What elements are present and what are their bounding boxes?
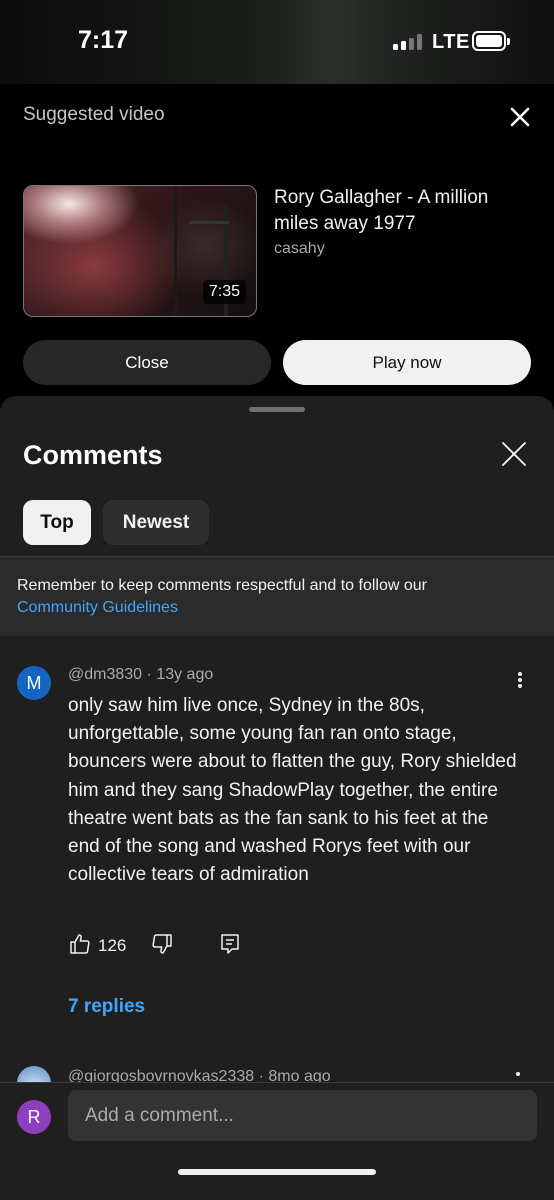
close-icon[interactable] xyxy=(506,103,534,131)
chip-newest[interactable]: Newest xyxy=(103,500,209,545)
thumbs-down-icon[interactable] xyxy=(150,932,174,961)
channel-name[interactable]: casahy xyxy=(274,240,325,258)
comment-meta: @dm3830 · 13y ago xyxy=(68,666,213,684)
replies-link[interactable]: 7 replies xyxy=(68,996,145,1018)
meta-separator: · xyxy=(146,666,157,683)
comment-item: @giorgosbovrnovkas2338 · 8mo ago xyxy=(0,1060,554,1082)
comments-title: Comments xyxy=(23,440,163,470)
comment-meta: @giorgosbovrnovkas2338 · 8mo ago xyxy=(68,1068,331,1082)
community-guidelines-link[interactable]: Community Guidelines xyxy=(17,597,178,619)
comment-age: 13y ago xyxy=(156,666,214,683)
comment-actions: 126 xyxy=(68,932,242,960)
video-title[interactable]: Rory Gallagher - A million miles away 19… xyxy=(274,185,534,237)
close-icon[interactable] xyxy=(500,440,528,468)
close-button[interactable]: Close xyxy=(23,340,271,385)
avatar[interactable]: R xyxy=(17,1100,51,1134)
status-time: 7:17 xyxy=(78,26,129,54)
avatar[interactable] xyxy=(17,1066,51,1082)
more-options-icon[interactable] xyxy=(516,1072,520,1076)
meta-separator: · xyxy=(258,1068,269,1082)
battery-icon xyxy=(472,31,510,51)
notice-text: Remember to keep comments respectful and… xyxy=(17,577,427,594)
signal-icon xyxy=(393,34,423,50)
chip-top[interactable]: Top xyxy=(23,500,91,545)
guidelines-notice: Remember to keep comments respectful and… xyxy=(0,557,554,636)
drag-handle[interactable] xyxy=(249,407,305,412)
comments-sheet: Comments Top Newest Remember to keep com… xyxy=(0,396,554,1200)
thumbs-up-icon[interactable] xyxy=(68,932,92,961)
status-bar: 7:17 LTE xyxy=(0,0,554,84)
home-indicator[interactable] xyxy=(178,1169,376,1175)
like-count: 126 xyxy=(98,936,127,955)
comment-age: 8mo ago xyxy=(268,1068,331,1082)
video-duration: 7:35 xyxy=(202,280,246,304)
comment-author[interactable]: @giorgosbovrnovkas2338 xyxy=(68,1068,254,1082)
video-thumbnail[interactable]: 7:35 xyxy=(23,185,257,317)
network-label: LTE xyxy=(432,31,470,53)
comment-composer: R xyxy=(0,1082,554,1200)
reply-icon[interactable] xyxy=(218,932,242,961)
avatar[interactable]: M xyxy=(17,666,51,700)
comment-text: only saw him live once, Sydney in the 80… xyxy=(68,695,517,886)
play-now-button[interactable]: Play now xyxy=(283,340,531,385)
comment-author[interactable]: @dm3830 xyxy=(68,666,142,683)
add-comment-input[interactable] xyxy=(68,1090,537,1141)
suggested-video-label: Suggested video xyxy=(23,104,165,125)
more-options-icon[interactable] xyxy=(510,670,530,694)
